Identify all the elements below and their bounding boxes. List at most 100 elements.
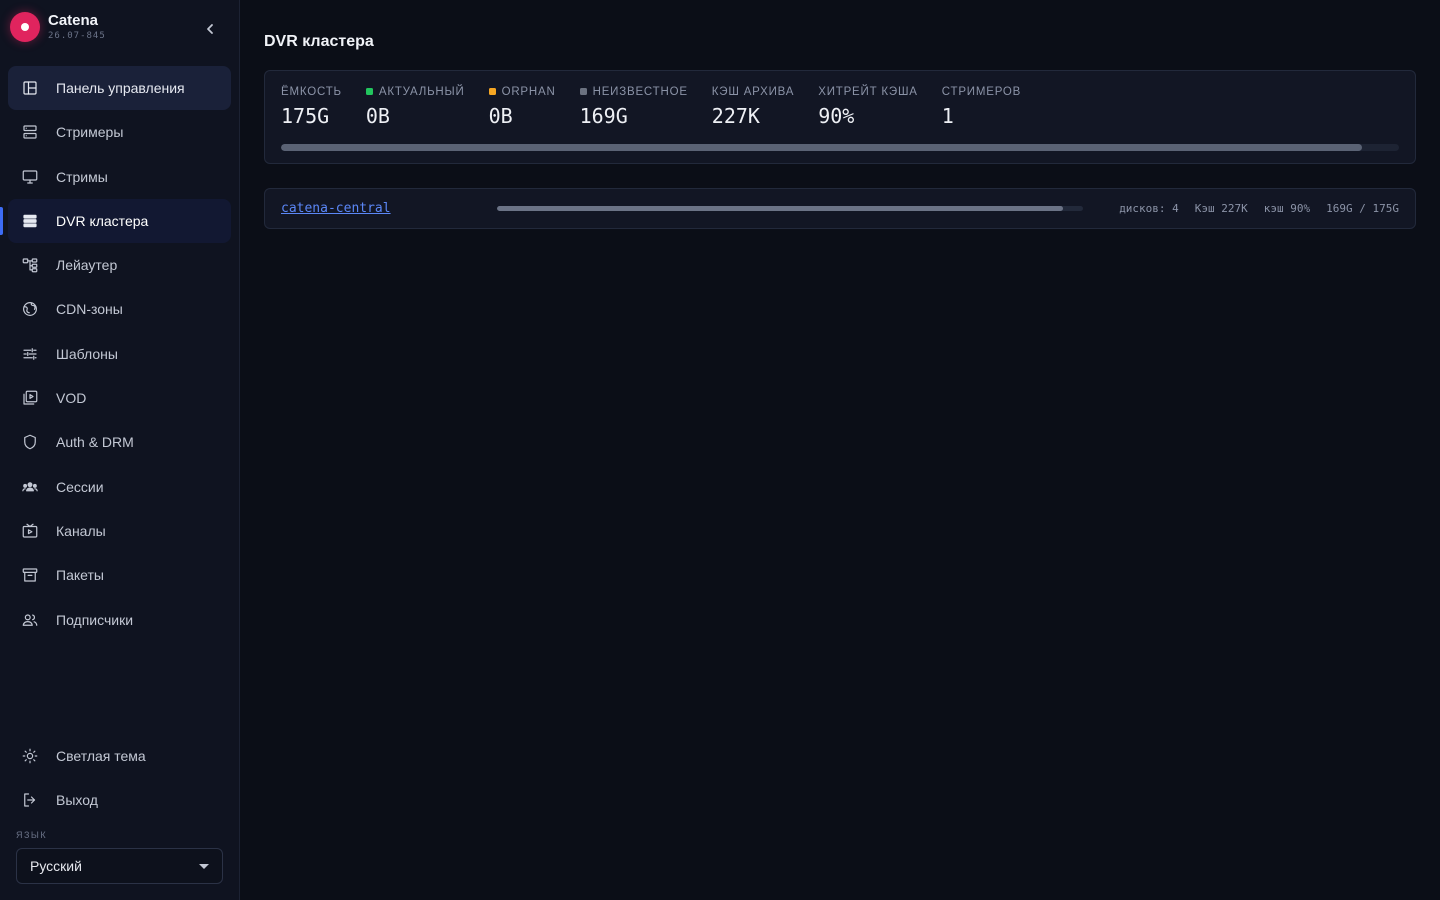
logout-icon <box>20 790 40 810</box>
stat-label: ХИТРЕЙТ КЭША <box>818 85 918 98</box>
collapse-sidebar-button[interactable] <box>198 18 222 40</box>
summary-stat: ORPHAN 0B <box>488 84 556 128</box>
stat-label-row: СТРИМЕРОВ <box>942 84 1021 99</box>
status-dot <box>488 88 496 95</box>
stat-label-row: АКТУАЛЬНЫЙ <box>365 84 465 99</box>
stat-value: 227K <box>711 104 760 128</box>
stat-value: 175G <box>281 104 330 128</box>
cluster-usage-fill <box>497 206 1064 211</box>
sidebar-item-tv[interactable]: Каналы <box>8 509 231 553</box>
stat-label-row: КЭШ АРХИВА <box>712 84 794 99</box>
stat-label: НЕИЗВЕСТНОЕ <box>592 85 688 98</box>
brand-version: 26.07-845 <box>48 31 106 41</box>
sidebar-item-subscribers[interactable]: Подписчики <box>8 598 231 642</box>
cluster-cache: Кэш 227K <box>1194 202 1248 215</box>
sliders-icon <box>20 344 40 364</box>
sidebar-item-monitor[interactable]: Стримы <box>8 155 231 199</box>
theme-toggle-label: Светлая тема <box>56 748 146 764</box>
stat-value: 90% <box>818 104 855 128</box>
sidebar-item-label: Каналы <box>56 522 106 539</box>
sidebar-item-users-group[interactable]: Сессии <box>8 465 231 509</box>
summary-stat: ХИТРЕЙТ КЭША 90% <box>818 84 918 128</box>
summary-stat: СТРИМЕРОВ 1 <box>941 84 1021 128</box>
brand-text: Catena 26.07-845 <box>48 12 106 42</box>
record-dot-icon <box>10 12 40 42</box>
server-icon <box>20 122 40 142</box>
sidebar-item-label: Шаблоны <box>56 345 118 362</box>
sidebar-item-sliders[interactable]: Шаблоны <box>8 332 231 376</box>
brand-name: Catena <box>48 12 99 29</box>
status-dot <box>365 88 373 95</box>
sidebar-item-label: VOD <box>56 390 87 407</box>
language-select[interactable]: Русский <box>16 848 223 884</box>
sidebar-item-label: Стримеры <box>56 124 124 141</box>
page-title: DVR кластера <box>264 33 374 50</box>
cluster-hitrate: кэш 90% <box>1263 202 1311 215</box>
sidebar-item-dashboard[interactable]: Панель управления <box>8 66 231 110</box>
summary-stat: КЭШ АРХИВА 227K <box>711 84 794 128</box>
storage-list-icon <box>20 211 40 231</box>
sidebar-item-label: Auth & DRM <box>56 434 134 451</box>
subscribers-icon <box>20 610 40 630</box>
sidebar-item-label: Пакеты <box>56 567 104 584</box>
logout-button[interactable]: Выход <box>8 778 231 822</box>
sidebar-item-shield[interactable]: Auth & DRM <box>8 420 231 464</box>
dashboard-icon <box>20 78 40 98</box>
stat-value: 0B <box>365 104 390 128</box>
sidebar-item-label: Стримы <box>56 168 108 185</box>
cluster-usage-bar <box>497 206 1083 211</box>
stat-label: АКТУАЛЬНЫЙ <box>378 85 465 98</box>
sidebar-item-globe[interactable]: CDN-зоны <box>8 287 231 331</box>
chevron-left-icon <box>207 24 213 34</box>
users-group-icon <box>20 477 40 497</box>
sidebar-item-layout-tree[interactable]: Лейаутер <box>8 243 231 287</box>
cluster-usage: 169G / 175G <box>1326 202 1399 215</box>
stat-value: 0B <box>488 104 513 128</box>
sidebar-bottom: Светлая тема Выход <box>8 734 231 823</box>
video-library-icon <box>20 388 40 408</box>
summary-usage-fill <box>281 144 1363 151</box>
stat-label-row: ХИТРЕЙТ КЭША <box>818 84 918 99</box>
sidebar-nav: Панель управления Стримеры Стримы DVR класт… <box>0 66 231 642</box>
stat-label-row: ORPHAN <box>488 84 556 99</box>
summary-stat: НЕИЗВЕСТНОЕ 169G <box>579 84 688 127</box>
sidebar-item-video-library[interactable]: VOD <box>8 376 231 420</box>
sidebar-item-label: DVR кластера <box>56 212 149 229</box>
cluster-link[interactable]: catena-central <box>281 201 391 216</box>
stat-label: ЁМКОСТЬ <box>281 85 342 98</box>
stat-label: СТРИМЕРОВ <box>941 85 1022 98</box>
archive-box-icon <box>20 565 40 585</box>
stat-label-row: НЕИЗВЕСТНОЕ <box>579 84 688 99</box>
sidebar-item-label: CDN-зоны <box>56 301 123 318</box>
brand[interactable]: Catena 26.07-845 <box>10 12 106 42</box>
main-content: DVR кластера ЁМКОСТЬ 175G АКТУАЛЬНЫЙ 0B ORPH… <box>240 0 1440 900</box>
summary-stat: ЁМКОСТЬ 175G <box>281 84 342 128</box>
sidebar-item-label: Подписчики <box>56 611 134 628</box>
stat-label: КЭШ АРХИВА <box>711 85 795 98</box>
sidebar: Catena 26.07-845 Панель управления Стриме… <box>0 0 240 900</box>
sidebar-item-archive-box[interactable]: Пакеты <box>8 553 231 597</box>
cluster-disks: дисков: 4 <box>1119 202 1179 215</box>
globe-icon <box>20 299 40 319</box>
dvr-summary-card: ЁМКОСТЬ 175G АКТУАЛЬНЫЙ 0B ORPHAN 0B НЕИЗВЕСТН… <box>264 70 1416 164</box>
language-label: ЯЗЫК <box>16 830 48 840</box>
cluster-row: catena-central дисков: 4 Кэш 227K кэш 90… <box>264 188 1416 229</box>
summary-stat: АКТУАЛЬНЫЙ 0B <box>365 84 465 128</box>
shield-icon <box>20 432 40 452</box>
summary-usage-bar <box>281 144 1399 151</box>
sidebar-item-label: Панель управления <box>56 80 185 96</box>
stat-label: ORPHAN <box>501 85 556 98</box>
summary-stats: ЁМКОСТЬ 175G АКТУАЛЬНЫЙ 0B ORPHAN 0B НЕИЗВЕСТН… <box>281 84 1045 128</box>
sidebar-item-storage-list[interactable]: DVR кластера <box>0 198 231 243</box>
sidebar-item-server[interactable]: Стримеры <box>8 110 231 154</box>
layout-tree-icon <box>20 255 40 275</box>
cluster-meta: дисков: 4 Кэш 227K кэш 90% 169G / 175G <box>1103 202 1399 215</box>
caret-down-icon <box>199 864 209 869</box>
tv-icon <box>20 521 40 541</box>
stat-value: 1 <box>941 104 954 128</box>
sidebar-item-label: Сессии <box>56 478 104 495</box>
sidebar-item-label: Лейаутер <box>56 257 118 274</box>
language-value: Русский <box>30 858 82 874</box>
theme-toggle-button[interactable]: Светлая тема <box>8 734 231 778</box>
monitor-icon <box>20 167 40 187</box>
